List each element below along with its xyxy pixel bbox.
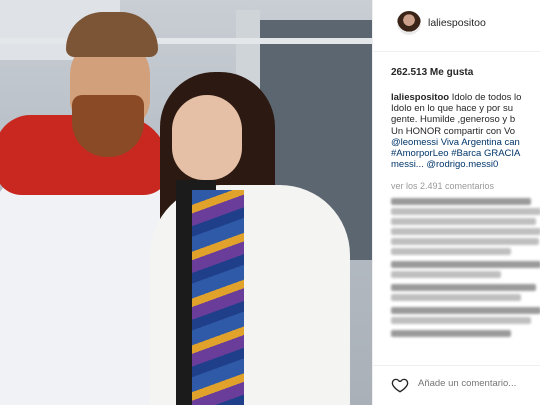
comment-footer: [373, 365, 540, 405]
woman-patterned-scarf: [192, 190, 244, 405]
add-comment-input[interactable]: [418, 378, 540, 389]
comment-text-line: [391, 261, 540, 268]
background-rail: [0, 38, 372, 44]
heart-icon[interactable]: [391, 376, 409, 394]
view-all-comments-link[interactable]: ver los 2.491 comentarios: [391, 181, 494, 191]
post-photo[interactable]: [0, 0, 372, 405]
caption-line: gente. Humilde ,generoso y b: [391, 114, 516, 126]
woman-face: [172, 95, 242, 180]
caption-text: Idolo de todos lo: [449, 92, 522, 103]
post-side-panel: laliespositoo 262.513 Me gusta laliespos…: [372, 0, 540, 405]
comment-item: [391, 307, 540, 324]
comment-item: [391, 284, 540, 301]
caption-line: Un HONOR compartir con Vo: [391, 125, 516, 137]
blurred-comments-list: [391, 198, 540, 368]
caption-username[interactable]: laliespositoo: [391, 92, 449, 103]
caption-hashtag-line[interactable]: #AmorporLeo #Barca GRACIA: [391, 148, 540, 159]
comment-text-line: [391, 284, 536, 291]
post-caption: laliespositoo Idolo de todos lo Idolo en…: [391, 92, 540, 174]
comment-text-line: [391, 330, 511, 337]
comment-item: [391, 261, 540, 278]
comment-text-line: [391, 317, 531, 324]
comment-text-line: [391, 271, 501, 278]
comment-text-line: [391, 218, 536, 225]
comment-item: [391, 330, 540, 337]
avatar[interactable]: [397, 11, 421, 35]
comment-item: [391, 198, 540, 255]
comment-text-line: [391, 248, 511, 255]
comment-text-line: [391, 307, 540, 314]
comment-text-line: [391, 198, 531, 205]
man-shirt: [0, 165, 165, 405]
caption-line: Idolo en lo que hace y por su: [391, 103, 514, 115]
comment-text-line: [391, 238, 539, 245]
comment-text-line: [391, 294, 521, 301]
caption-mention-line[interactable]: @leomessi Viva Argentina can: [391, 137, 540, 148]
man-hair: [66, 12, 158, 57]
caption-line: laliespositoo Idolo de todos lo: [391, 92, 540, 103]
comment-text-line: [391, 208, 540, 215]
likes-count[interactable]: 262.513 Me gusta: [391, 67, 473, 78]
post-header: laliespositoo: [373, 0, 540, 52]
caption-mention-line[interactable]: messi... @rodrigo.messi0: [391, 159, 540, 170]
username-link[interactable]: laliespositoo: [428, 17, 486, 29]
comment-text-line: [391, 228, 540, 235]
